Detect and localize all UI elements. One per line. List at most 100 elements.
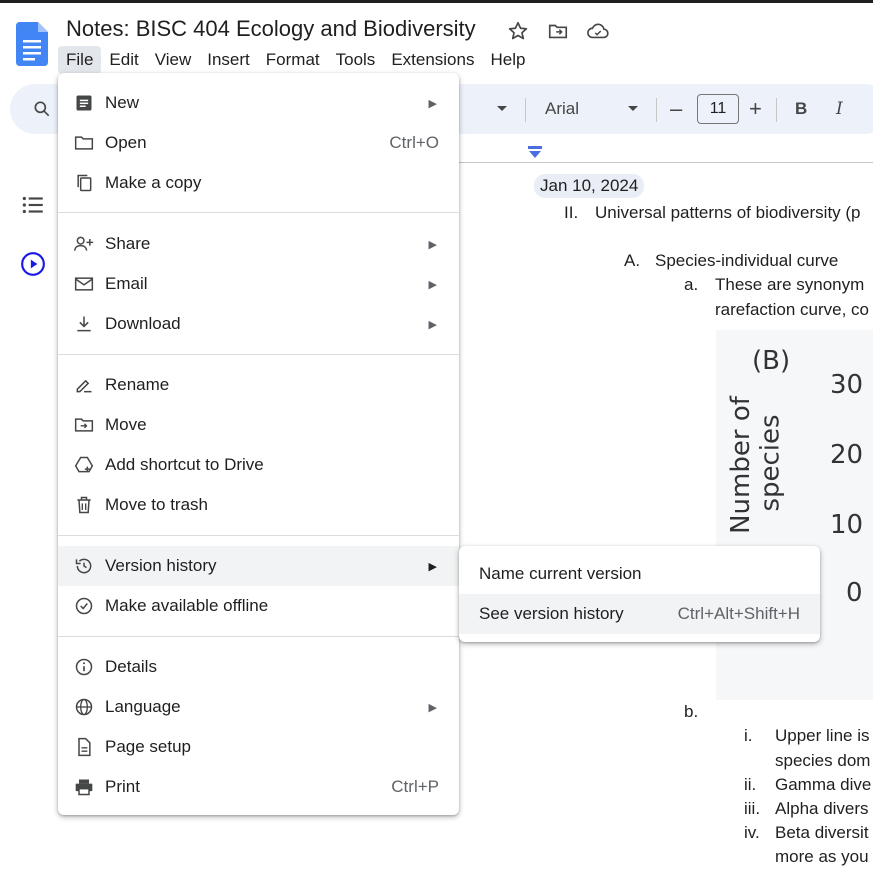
list-marker: II. (564, 203, 579, 222)
menu-item-download[interactable]: Download ▶ (58, 304, 459, 344)
menu-item-open[interactable]: Open Ctrl+O (58, 123, 459, 163)
figure-tick: 20 (830, 440, 864, 470)
menu-item-email[interactable]: Email ▶ (58, 264, 459, 304)
embedded-figure[interactable]: (B) 30 20 10 0 Number of species (716, 330, 873, 700)
menu-separator (58, 212, 459, 213)
info-icon (73, 656, 95, 678)
window-top-border (0, 0, 873, 3)
history-icon (73, 555, 95, 577)
menu-help[interactable]: Help (482, 46, 533, 74)
document-title[interactable]: Notes: BISC 404 Ecology and Biodiversity (66, 16, 476, 42)
doc-paragraph: These are synonym (715, 275, 865, 294)
toolbar-divider (776, 98, 777, 122)
doc-paragraph: rarefaction curve, co (715, 300, 870, 319)
offline-check-icon (73, 595, 95, 617)
submenu-arrow-icon: ▶ (428, 278, 437, 291)
submenu-arrow-icon: ▶ (428, 97, 437, 110)
doc-paragraph: Universal patterns of biodiversity (p (595, 203, 861, 222)
globe-icon (73, 696, 95, 718)
menu-tools[interactable]: Tools (328, 46, 384, 74)
download-icon (73, 313, 95, 335)
rename-icon (73, 374, 95, 396)
menu-item-language[interactable]: Language ▶ (58, 687, 459, 727)
submenu-arrow-icon: ▶ (428, 701, 437, 714)
increase-font-size-button[interactable]: + (749, 84, 762, 134)
list-marker: i. (744, 726, 753, 745)
menu-insert[interactable]: Insert (199, 46, 258, 74)
submenu-arrow-icon: ▶ (428, 238, 437, 251)
menu-bar: File Edit View Insert Format Tools Exten… (58, 46, 533, 74)
submenu-arrow-icon: ▶ (428, 318, 437, 331)
menu-item-add-shortcut[interactable]: Add shortcut to Drive (58, 445, 459, 485)
outline-icon[interactable] (20, 192, 46, 223)
menu-item-name-current-version[interactable]: Name current version (459, 554, 820, 594)
font-select[interactable]: Arial (545, 84, 579, 134)
drive-shortcut-icon (73, 454, 95, 476)
file-menu: New ▶ Open Ctrl+O Make a copy Share ▶ Em… (58, 73, 459, 815)
doc-paragraph: Species-individual curve (655, 251, 839, 270)
menu-item-move-to-trash[interactable]: Move to trash (58, 485, 459, 525)
italic-button[interactable]: I (836, 84, 843, 134)
menu-separator (58, 535, 459, 536)
doc-paragraph: Beta diversit (775, 823, 869, 842)
doc-paragraph: more as you (775, 847, 869, 866)
menu-item-move[interactable]: Move (58, 405, 459, 445)
play-circle-icon[interactable] (20, 251, 46, 282)
trash-icon (73, 494, 95, 516)
menu-edit[interactable]: Edit (101, 46, 146, 74)
menu-separator (58, 354, 459, 355)
list-marker: ii. (744, 775, 757, 794)
menu-format[interactable]: Format (258, 46, 328, 74)
menu-file[interactable]: File (58, 46, 102, 74)
style-dropdown-arrow-icon[interactable] (496, 84, 508, 134)
menu-item-share[interactable]: Share ▶ (58, 224, 459, 264)
version-history-submenu: Name current version See version history… (459, 546, 820, 642)
person-add-icon (73, 233, 95, 255)
menu-item-see-version-history[interactable]: See version history Ctrl+Alt+Shift+H (459, 594, 820, 634)
menu-item-page-setup[interactable]: Page setup (58, 727, 459, 767)
menu-item-details[interactable]: Details (58, 647, 459, 687)
menu-item-rename[interactable]: Rename (58, 365, 459, 405)
font-dropdown-arrow-icon[interactable] (627, 84, 639, 134)
menu-view[interactable]: View (147, 46, 200, 74)
figure-tick: 30 (830, 370, 864, 400)
figure-tick: 0 (846, 578, 863, 608)
list-marker: A. (624, 251, 641, 270)
submenu-arrow-icon: ▶ (428, 560, 437, 573)
menu-item-new[interactable]: New ▶ (58, 83, 459, 123)
doc-paragraph: Upper line is (775, 726, 870, 745)
list-marker: b. (684, 702, 699, 721)
figure-ylabel: Number of (725, 396, 756, 534)
list-marker: a. (684, 275, 699, 294)
menu-item-print[interactable]: Print Ctrl+P (58, 767, 459, 807)
menu-extensions[interactable]: Extensions (383, 46, 482, 74)
bold-button[interactable]: B (795, 84, 807, 134)
menu-item-make-a-copy[interactable]: Make a copy (58, 163, 459, 203)
toolbar-divider (656, 98, 657, 122)
list-marker: iv. (744, 823, 760, 842)
folder-icon (73, 132, 95, 154)
horizontal-ruler (458, 162, 873, 163)
menu-separator (58, 636, 459, 637)
figure-tick: 10 (830, 510, 864, 540)
menu-item-version-history[interactable]: Version history ▶ (58, 546, 459, 586)
date-chip[interactable]: Jan 10, 2024 (534, 174, 645, 198)
decrease-font-size-button[interactable]: – (670, 84, 682, 134)
cloud-saved-icon[interactable] (585, 18, 611, 44)
figure-label: (B) (752, 346, 791, 376)
new-doc-icon (73, 92, 95, 114)
menu-item-make-available-offline[interactable]: Make available offline (58, 586, 459, 626)
doc-paragraph: Alpha divers (775, 799, 869, 818)
star-icon[interactable] (505, 18, 531, 44)
font-size-input[interactable]: 11 (697, 94, 739, 124)
search-menus-icon[interactable] (32, 84, 52, 134)
doc-paragraph: species dom (775, 751, 871, 770)
indent-marker-icon[interactable] (528, 146, 542, 160)
figure-ylabel: species (755, 414, 786, 512)
copy-icon (73, 172, 95, 194)
mail-icon (73, 273, 95, 295)
move-folder-icon[interactable] (545, 18, 571, 44)
toolbar-divider (525, 98, 526, 122)
docs-logo-icon[interactable] (16, 22, 48, 66)
doc-paragraph: Gamma dive (775, 775, 872, 794)
